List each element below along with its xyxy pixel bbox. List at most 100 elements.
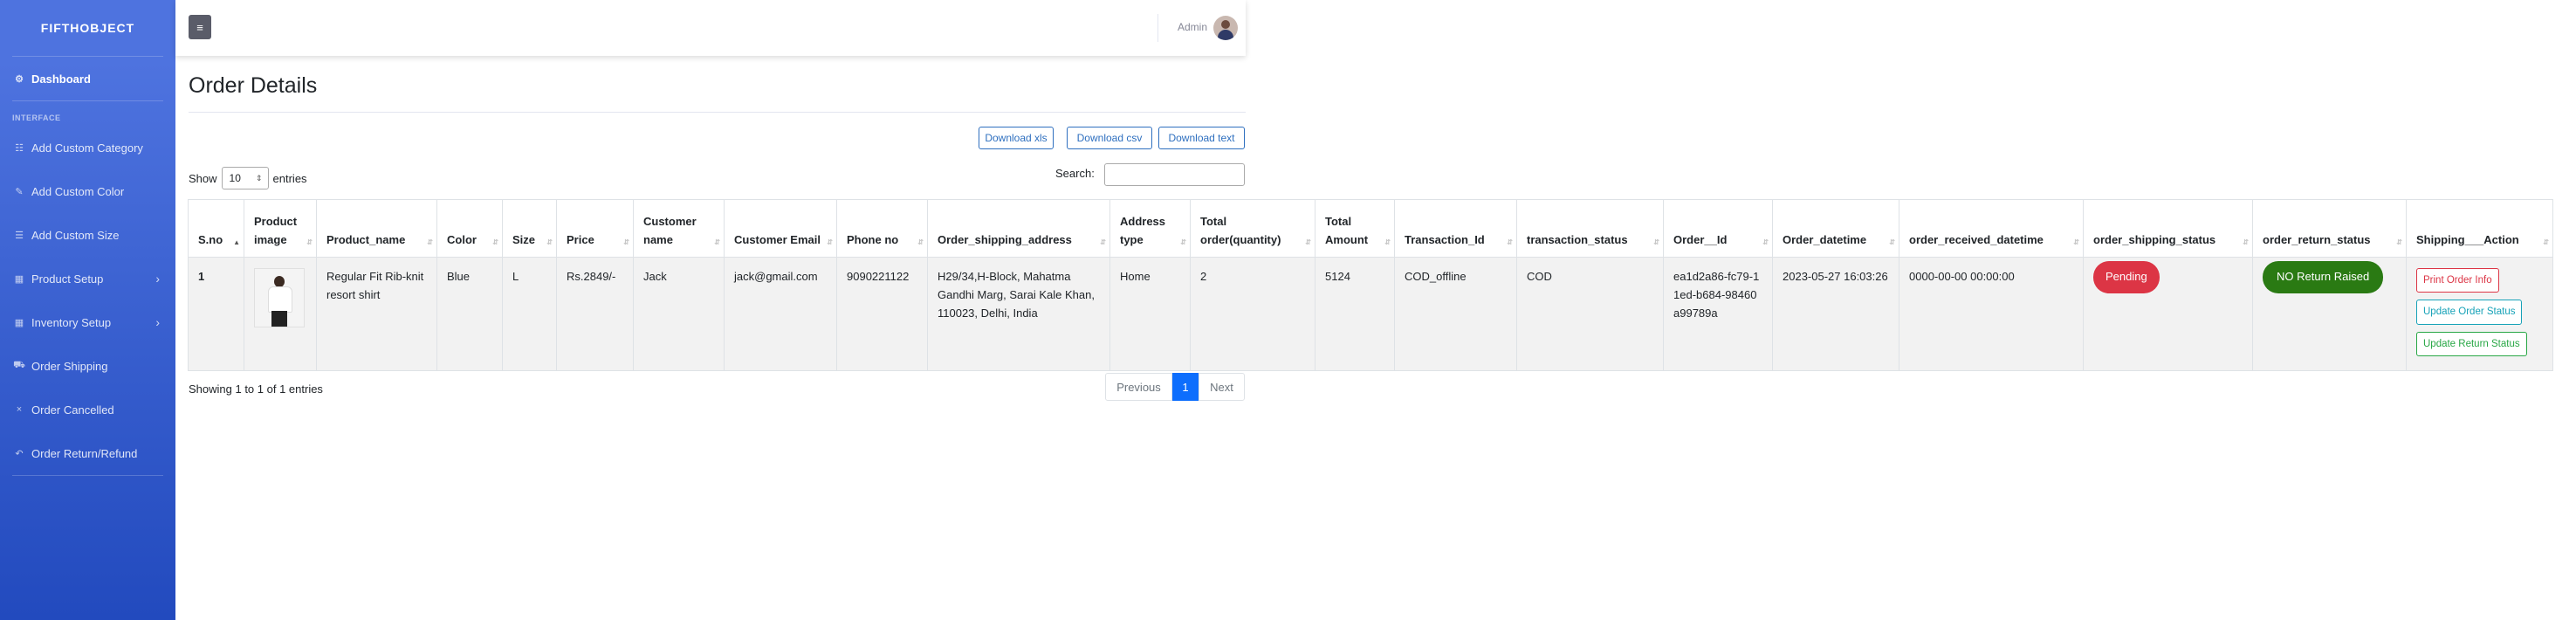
column-header-label: Customer Email <box>734 233 821 247</box>
column-header[interactable]: order_return_status ⇵ <box>2252 199 2407 258</box>
column-header-label: Price <box>567 233 594 247</box>
column-header[interactable]: Total Amount ⇵ <box>1315 199 1395 258</box>
sidebar-item-dashboard[interactable]: ⚙ Dashboard <box>0 57 175 100</box>
sidebar-item-label: Dashboard <box>31 72 91 86</box>
cell-order-id: ea1d2a86-fc79-11ed-b684-98460a99789a <box>1663 256 1773 372</box>
times-icon: × <box>16 404 23 415</box>
column-header[interactable]: Product image ⇵ <box>244 199 317 258</box>
sort-icon: ⇵ <box>1384 238 1391 246</box>
pagination-previous[interactable]: Previous <box>1105 373 1172 401</box>
sort-icon: ⇵ <box>306 238 313 246</box>
column-header[interactable]: S.no ▲ <box>188 199 244 258</box>
sort-icon: ⇵ <box>917 238 924 246</box>
sort-icon: ⇵ <box>2543 238 2549 246</box>
chevron-updown-icon: ⇕ <box>255 173 263 183</box>
column-header-label: Color <box>447 233 477 247</box>
product-image-legs <box>271 311 287 327</box>
sort-icon: ⇵ <box>1100 238 1106 246</box>
download-xls-button[interactable]: Download xls <box>979 127 1054 149</box>
pagination-page-1[interactable]: 1 <box>1172 373 1199 401</box>
menu-icon: ≡ <box>196 20 203 34</box>
status-badge: Pending <box>2093 261 2160 293</box>
column-header-label: Phone no <box>847 233 899 247</box>
cell-customer-email: jack@gmail.com <box>724 256 837 372</box>
avatar-head <box>1221 20 1230 29</box>
sidebar-toggle-button[interactable]: ≡ <box>189 15 211 39</box>
cell-product-image <box>244 256 317 372</box>
title-divider <box>189 112 1246 113</box>
column-header[interactable]: Color ⇵ <box>436 199 503 258</box>
column-header-label: order_return_status <box>2263 233 2371 247</box>
column-header[interactable]: transaction_status ⇵ <box>1516 199 1664 258</box>
column-header[interactable]: Product_name ⇵ <box>316 199 437 258</box>
user-name[interactable]: Admin <box>1178 21 1207 33</box>
search-input[interactable] <box>1104 163 1245 186</box>
entries-label: entries <box>272 171 307 185</box>
column-header[interactable]: order_received_datetime ⇵ <box>1899 199 2084 258</box>
entries-select[interactable]: 10 ⇕ <box>221 167 269 189</box>
entries-select-value: 10 <box>229 172 241 184</box>
sidebar-item-product-setup[interactable]: ▦ Product Setup › <box>0 257 175 300</box>
cell-received-datetime: 0000-00-00 00:00:00 <box>1899 256 2084 372</box>
tachometer-icon: ⚙ <box>15 73 24 85</box>
pagination-next[interactable]: Next <box>1199 373 1245 401</box>
table-header-row: S.no ▲ Product image ⇵ Product_name ⇵ Color… <box>188 199 2553 258</box>
column-header[interactable]: Transaction_Id ⇵ <box>1394 199 1517 258</box>
sidebar-item-label: Inventory Setup <box>31 315 112 329</box>
truck-icon: ⛟ <box>13 360 25 370</box>
column-header[interactable]: Size ⇵ <box>502 199 557 258</box>
print-order-info-button[interactable]: Print Order Info <box>2416 268 2499 293</box>
sidebar-item-inventory-setup[interactable]: ▦ Inventory Setup › <box>0 300 175 344</box>
sidebar-item-order-return-refund[interactable]: ↶ Order Return/Refund <box>0 431 175 475</box>
column-header-label: Size <box>512 233 536 247</box>
sidebar-item-label: Add Custom Color <box>31 184 125 198</box>
column-header[interactable]: Total order(quantity) ⇵ <box>1190 199 1315 258</box>
column-header[interactable]: Price ⇵ <box>556 199 634 258</box>
sidebar-item-order-shipping[interactable]: ⛟ Order Shipping <box>0 344 175 388</box>
sort-icon: ⇵ <box>427 238 433 246</box>
undo-icon: ↶ <box>15 448 24 459</box>
column-header[interactable]: Order__Id ⇵ <box>1663 199 1773 258</box>
cell-quantity: 2 <box>1190 256 1315 372</box>
cell-return-status: NO Return Raised <box>2252 256 2407 372</box>
page-title: Order Details <box>189 73 318 98</box>
cell-address-type: Home <box>1109 256 1191 372</box>
avatar[interactable] <box>1213 16 1238 40</box>
entries-length-control: Show 10 ⇕ entries <box>189 167 307 189</box>
sort-icon: ⇵ <box>827 238 833 246</box>
column-header[interactable]: order_shipping_status ⇵ <box>2083 199 2253 258</box>
sidebar-brand[interactable]: FIFTHOBJECT <box>0 0 175 56</box>
column-header[interactable]: Address type ⇵ <box>1109 199 1191 258</box>
sidebar-item-label: Add Custom Category <box>31 141 143 155</box>
sidebar-item-label: Order Shipping <box>31 359 108 373</box>
cell-price: Rs.2849/- <box>556 256 634 372</box>
update-order-status-button[interactable]: Update Order Status <box>2416 300 2523 325</box>
cell-order-datetime: 2023-05-27 16:03:26 <box>1772 256 1899 372</box>
show-label: Show <box>189 171 217 185</box>
topbar-divider <box>1157 14 1158 42</box>
download-text-button[interactable]: Download text <box>1158 127 1245 149</box>
column-header[interactable]: Order_datetime ⇵ <box>1772 199 1899 258</box>
sidebar-item-add-custom-category[interactable]: ☷ Add Custom Category <box>0 126 175 169</box>
column-header[interactable]: Phone no ⇵ <box>836 199 928 258</box>
table-icon: ▦ <box>14 273 24 285</box>
orders-table: S.no ▲ Product image ⇵ Product_name ⇵ Color… <box>188 199 2553 372</box>
column-header[interactable]: Customer name ⇵ <box>633 199 725 258</box>
column-header-label: transaction_status <box>1527 233 1628 247</box>
sort-icon: ⇵ <box>714 238 720 246</box>
cell-transaction-id: COD_offline <box>1394 256 1517 372</box>
download-csv-button[interactable]: Download csv <box>1067 127 1152 149</box>
column-header[interactable]: Order_shipping_address ⇵ <box>927 199 1110 258</box>
update-return-status-button[interactable]: Update Return Status <box>2416 331 2527 357</box>
column-header[interactable]: Shipping___Action ⇵ <box>2406 199 2553 258</box>
status-badge: NO Return Raised <box>2263 261 2384 293</box>
sidebar-item-order-cancelled[interactable]: × Order Cancelled <box>0 388 175 431</box>
sidebar-item-label: Order Cancelled <box>31 403 114 417</box>
sort-icon: ⇵ <box>2073 238 2079 246</box>
column-header-label: Order__Id <box>1673 233 1728 247</box>
column-header[interactable]: Customer Email ⇵ <box>724 199 837 258</box>
sidebar-item-add-custom-color[interactable]: ✎ Add Custom Color <box>0 169 175 213</box>
sidebar-heading: INTERFACE <box>12 114 61 122</box>
product-image-shirt <box>268 286 292 313</box>
sidebar-item-add-custom-size[interactable]: ☰ Add Custom Size <box>0 213 175 257</box>
